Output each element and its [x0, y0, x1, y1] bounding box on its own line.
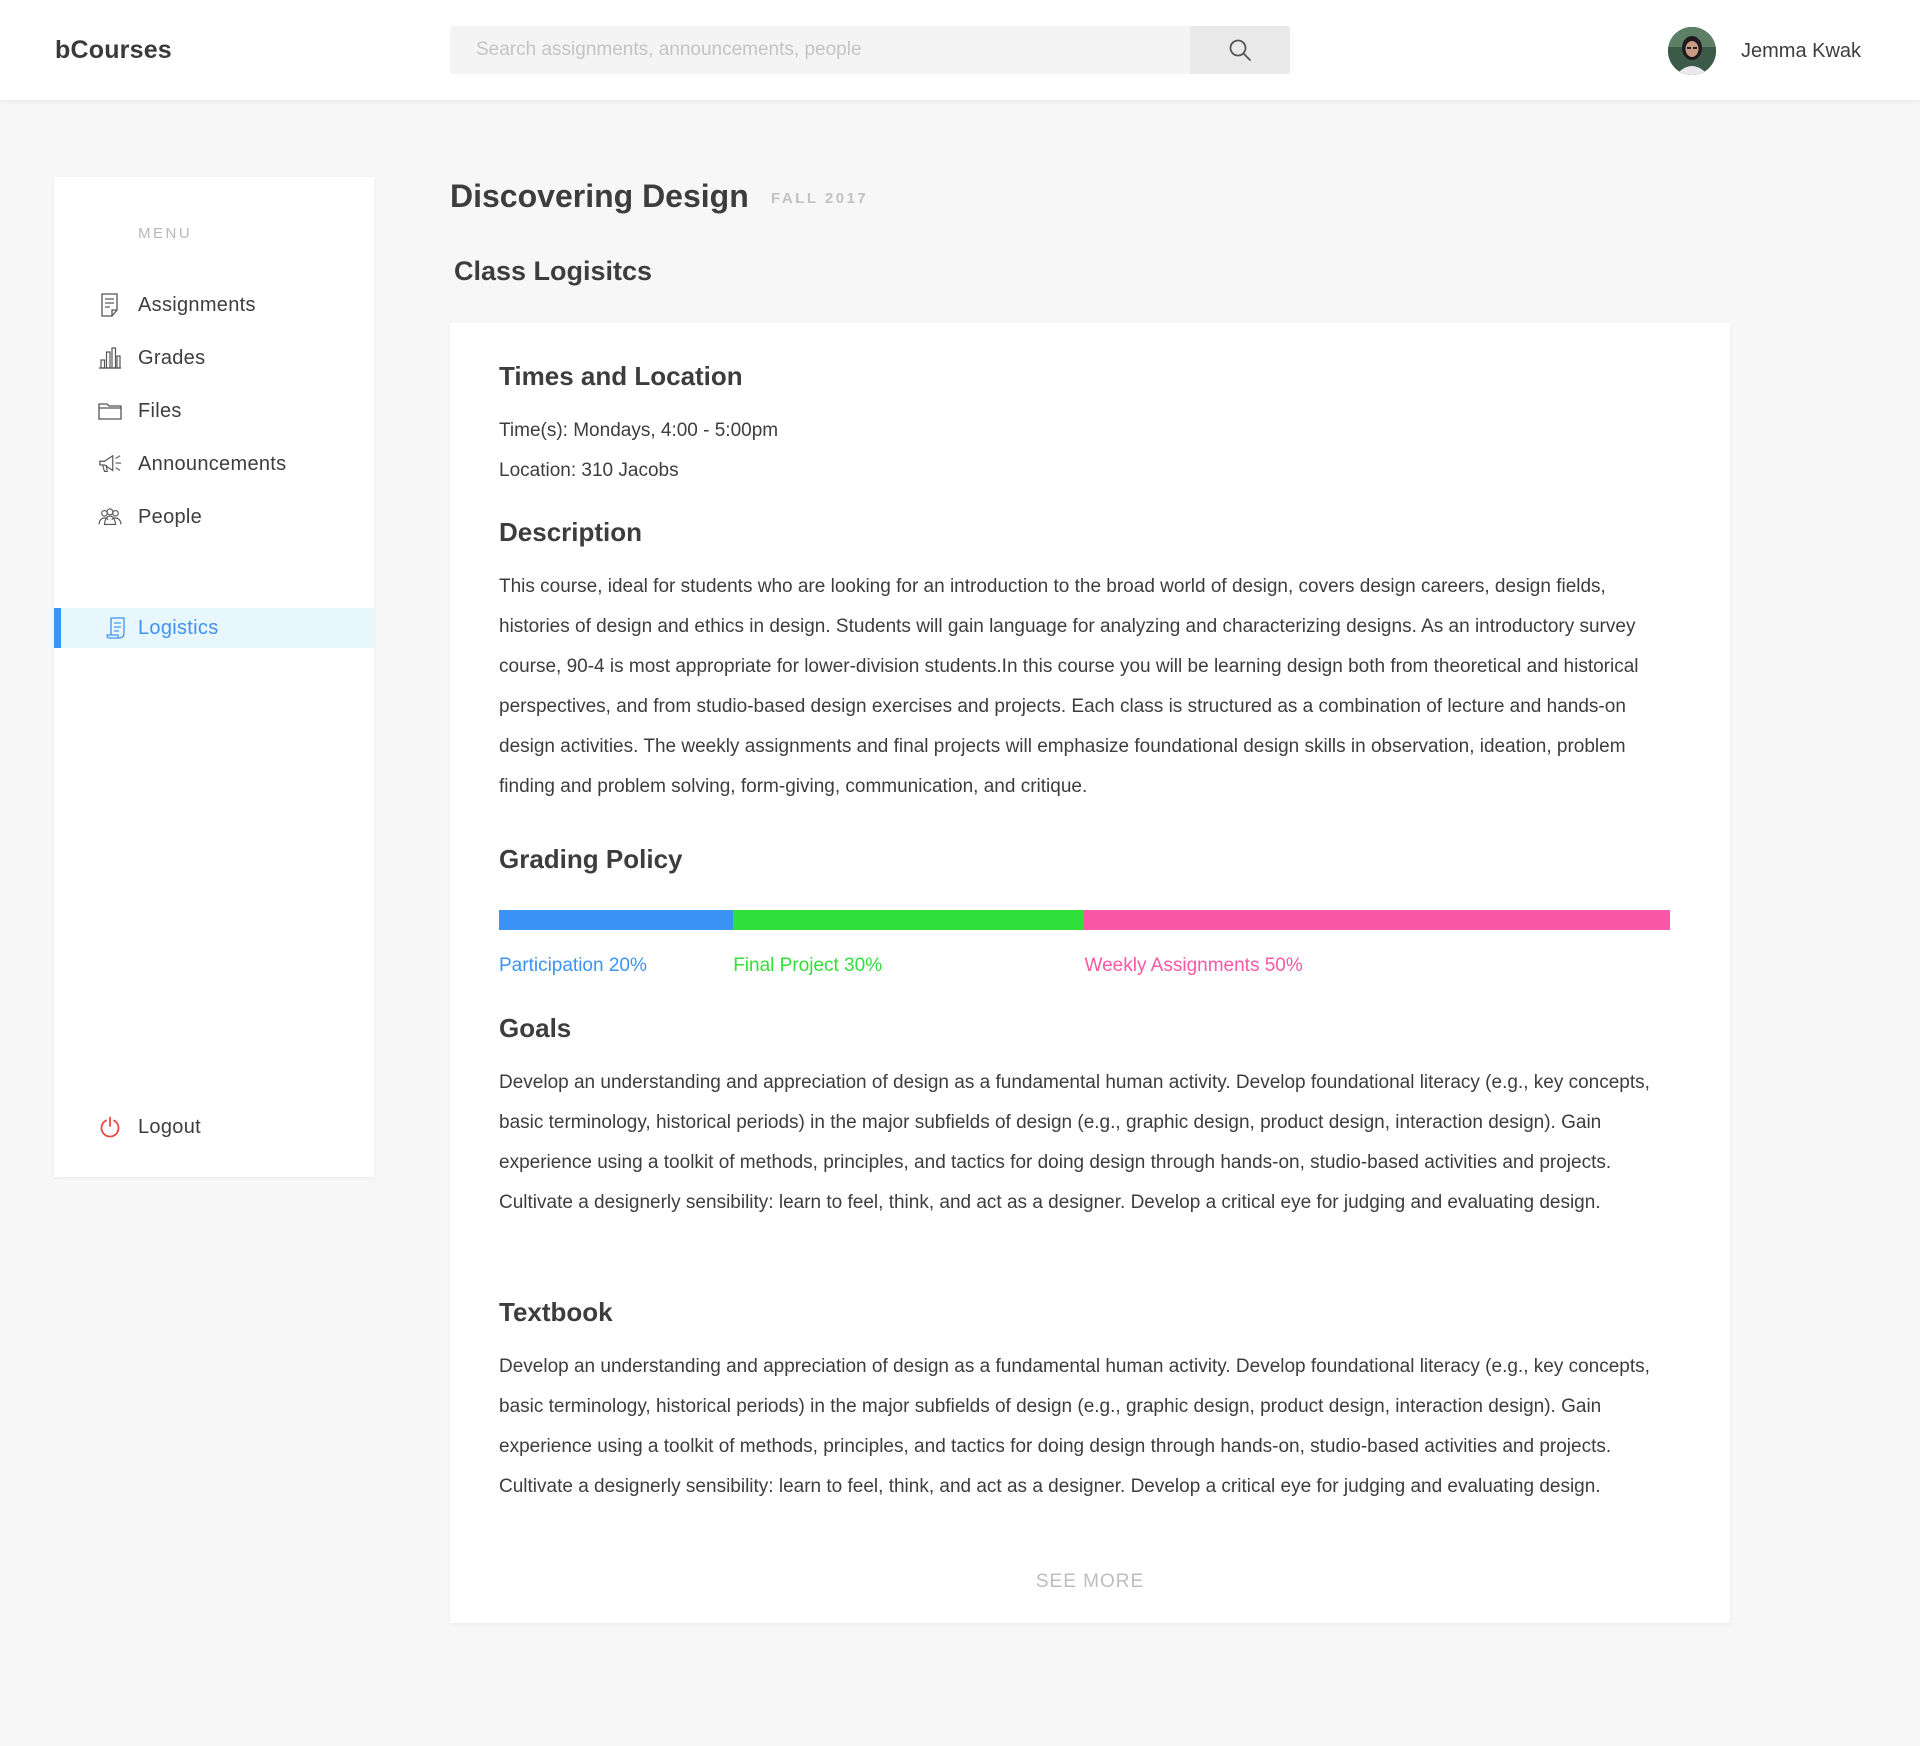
times-heading: Times and Location [499, 361, 743, 391]
sidebar-item-grades[interactable]: Grades [54, 338, 374, 378]
section-title: Class Logisitcs [454, 256, 653, 286]
description-text: This course, ideal for students who are … [499, 576, 1639, 797]
textbook-text: Develop an understanding and appreciatio… [499, 1356, 1650, 1497]
scroll-icon [104, 616, 128, 640]
grading-bar [499, 910, 1670, 930]
class-times: Time(s): Mondays, 4:00 - 5:00pm [499, 420, 779, 441]
grading-label-final-project: Final Project 30% [733, 955, 883, 976]
sidebar-item-label: Files [138, 400, 182, 422]
grading-label-weekly-assignments: Weekly Assignments 50% [1084, 955, 1303, 976]
sidebar-item-files[interactable]: Files [54, 391, 374, 431]
sidebar: MENU Assignments Grades Files Announceme… [54, 177, 374, 1177]
menu-label: MENU [138, 225, 193, 242]
logistics-card: Times and Location Time(s): Mondays, 4:0… [450, 323, 1730, 1623]
document-icon [98, 293, 122, 317]
megaphone-icon [98, 452, 122, 476]
sidebar-item-label: Assignments [138, 294, 256, 316]
logout-label: Logout [138, 1116, 201, 1138]
page-title: Discovering Design [450, 178, 749, 214]
sidebar-item-assignments[interactable]: Assignments [54, 285, 374, 325]
sidebar-item-label: People [138, 506, 203, 528]
folder-icon [98, 399, 122, 423]
see-more-button[interactable]: SEE MORE [450, 1571, 1730, 1593]
description-heading: Description [499, 517, 643, 547]
grading-segment-final-project [733, 910, 1085, 930]
brand-logo[interactable]: bCourses [55, 36, 172, 65]
search-button[interactable] [1190, 26, 1290, 74]
goals-text: Develop an understanding and appreciatio… [499, 1072, 1650, 1213]
sidebar-item-announcements[interactable]: Announcements [54, 444, 374, 484]
grading-segment-weekly-assignments [1084, 910, 1670, 930]
user-profile[interactable]: Jemma Kwak [1668, 26, 1861, 76]
search-input[interactable] [450, 26, 1190, 74]
class-location: Location: 310 Jacobs [499, 460, 679, 481]
bar-chart-icon [98, 346, 122, 370]
term-label: FALL 2017 [771, 190, 869, 207]
power-icon [98, 1115, 122, 1139]
search-bar [450, 26, 1290, 74]
sidebar-item-logistics[interactable]: Logistics [54, 608, 374, 648]
grading-segment-participation [499, 910, 734, 930]
avatar[interactable] [1668, 27, 1716, 75]
sidebar-item-label: Announcements [138, 453, 287, 475]
textbook-heading: Textbook [499, 1297, 613, 1327]
people-icon [98, 505, 122, 529]
grading-legend: Participation 20% Final Project 30% Week… [499, 955, 1670, 981]
logout-button[interactable]: Logout [54, 1107, 374, 1147]
sidebar-item-label: Grades [138, 347, 206, 369]
grading-heading: Grading Policy [499, 844, 683, 874]
goals-heading: Goals [499, 1013, 572, 1043]
top-bar: bCourses Jemma Kwak [0, 0, 1920, 100]
grading-label-participation: Participation 20% [499, 955, 647, 976]
sidebar-item-people[interactable]: People [54, 497, 374, 537]
user-name[interactable]: Jemma Kwak [1741, 40, 1861, 63]
search-icon [1229, 39, 1251, 61]
sidebar-item-label: Logistics [138, 617, 219, 639]
